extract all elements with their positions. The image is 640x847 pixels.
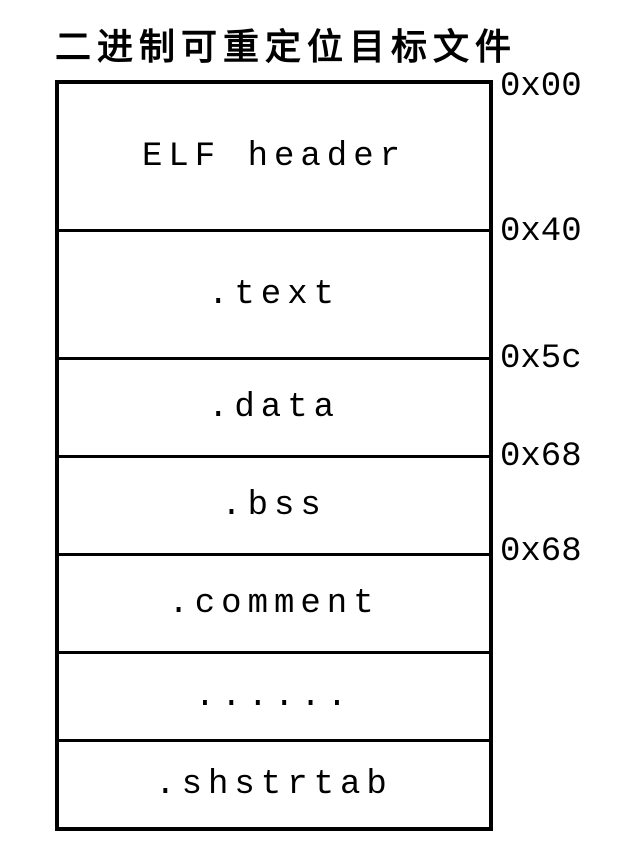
diagram-title: 二进制可重定位目标文件 [55,18,517,70]
section-elf-header: ELF header [59,84,489,232]
section-ellipsis: ...... [59,654,489,742]
section-shstrtab: .shstrtab [59,742,489,827]
offset-label-3: 0x68 [500,438,582,476]
section-text: .text [59,232,489,360]
section-comment: .comment [59,556,489,654]
offset-label-0: 0x00 [500,68,582,106]
elf-layout-table: ELF header .text .data .bss .comment ...… [55,80,493,831]
offset-label-2: 0x5c [500,340,582,378]
offset-label-1: 0x40 [500,213,582,251]
offset-label-4: 0x68 [500,533,582,571]
section-bss: .bss [59,458,489,556]
section-data: .data [59,360,489,458]
